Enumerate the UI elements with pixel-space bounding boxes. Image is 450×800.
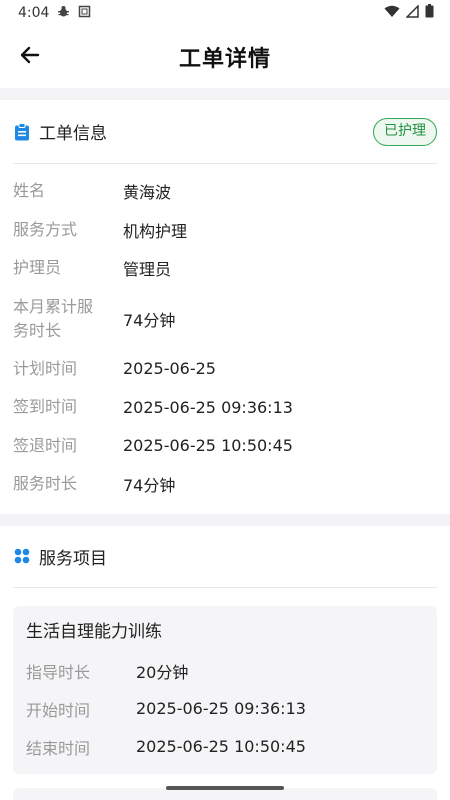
order-info-card: 工单信息 已护理 姓名 黄海波 服务方式 机构护理 护理员 管理员 本月累计服务… <box>0 100 450 514</box>
info-label: 护理员 <box>13 258 62 278</box>
info-row-caregiver: 护理员 管理员 <box>13 249 437 288</box>
info-row-service-mode: 服务方式 机构护理 <box>13 211 437 250</box>
info-row-checkin-time: 签到时间 2025-06-25 09:36:13 <box>13 388 437 427</box>
item-value: 2025-06-25 09:36:13 <box>136 699 306 718</box>
info-row-plan-time: 计划时间 2025-06-25 <box>13 350 437 389</box>
info-label: 服务时长 <box>13 474 78 494</box>
order-info-list: 姓名 黄海波 服务方式 机构护理 护理员 管理员 本月累计服务时长 74分钟 计… <box>13 164 437 514</box>
status-time: 4:04 <box>18 5 50 21</box>
info-value: 机构护理 <box>123 221 188 241</box>
info-row-checkout-time: 签退时间 2025-06-25 10:50:45 <box>13 427 437 466</box>
item-row-start-time: 开始时间 2025-06-25 09:36:13 <box>26 690 424 728</box>
screenshot-icon <box>78 5 91 22</box>
arrow-left-icon <box>19 44 41 70</box>
wifi-icon <box>384 5 400 22</box>
info-value: 2025-06-25 09:36:13 <box>123 397 293 417</box>
section-title: 服务项目 <box>39 548 107 569</box>
info-row-service-duration: 服务时长 74分钟 <box>13 465 437 504</box>
info-value: 2025-06-25 <box>123 359 216 379</box>
page-title: 工单详情 <box>178 47 271 72</box>
clipboard-icon <box>13 122 31 141</box>
info-label: 本月累计服务时长 <box>13 296 94 340</box>
service-item[interactable]: 生活自理能力训练 指导时长 20分钟 开始时间 2025-06-25 09:36… <box>13 605 437 774</box>
status-bar: 4:04 <box>0 0 450 26</box>
info-label: 签到时间 <box>13 397 78 417</box>
bug-icon <box>57 5 70 22</box>
service-items-header: 服务项目 <box>13 526 437 588</box>
info-label: 姓名 <box>13 181 46 201</box>
info-row-monthly-duration: 本月累计服务时长 74分钟 <box>13 288 437 350</box>
info-value: 74分钟 <box>123 310 176 330</box>
app-bar: 工单详情 <box>0 26 450 88</box>
item-value: 20分钟 <box>136 662 189 682</box>
info-label: 服务方式 <box>13 219 78 239</box>
signal-icon <box>405 3 419 22</box>
info-value: 黄海波 <box>123 183 172 203</box>
info-label: 计划时间 <box>13 358 78 378</box>
battery-icon <box>425 4 434 22</box>
service-items-card: 服务项目 生活自理能力训练 指导时长 20分钟 开始时间 2025-06-25 … <box>0 525 450 800</box>
home-indicator[interactable] <box>166 786 284 790</box>
info-value: 74分钟 <box>123 476 176 496</box>
item-row-end-time: 结束时间 2025-06-25 10:50:45 <box>26 728 424 766</box>
info-value: 2025-06-25 10:50:45 <box>123 436 293 456</box>
item-label: 指导时长 <box>26 662 91 682</box>
info-label: 签退时间 <box>13 435 78 455</box>
info-value: 管理员 <box>123 260 172 280</box>
info-row-name: 姓名 黄海波 <box>13 172 437 211</box>
grid-dots-icon <box>13 547 31 565</box>
item-label: 结束时间 <box>26 738 91 758</box>
item-value: 2025-06-25 10:50:45 <box>136 737 306 756</box>
section-title: 工单信息 <box>39 124 107 144</box>
service-item-title: 生活自理能力训练 <box>26 621 162 642</box>
item-label: 开始时间 <box>26 700 91 720</box>
status-badge: 已护理 <box>373 118 437 146</box>
order-info-header: 工单信息 已护理 <box>13 100 437 164</box>
item-row-guide-duration: 指导时长 20分钟 <box>26 652 424 690</box>
back-button[interactable] <box>16 43 44 71</box>
